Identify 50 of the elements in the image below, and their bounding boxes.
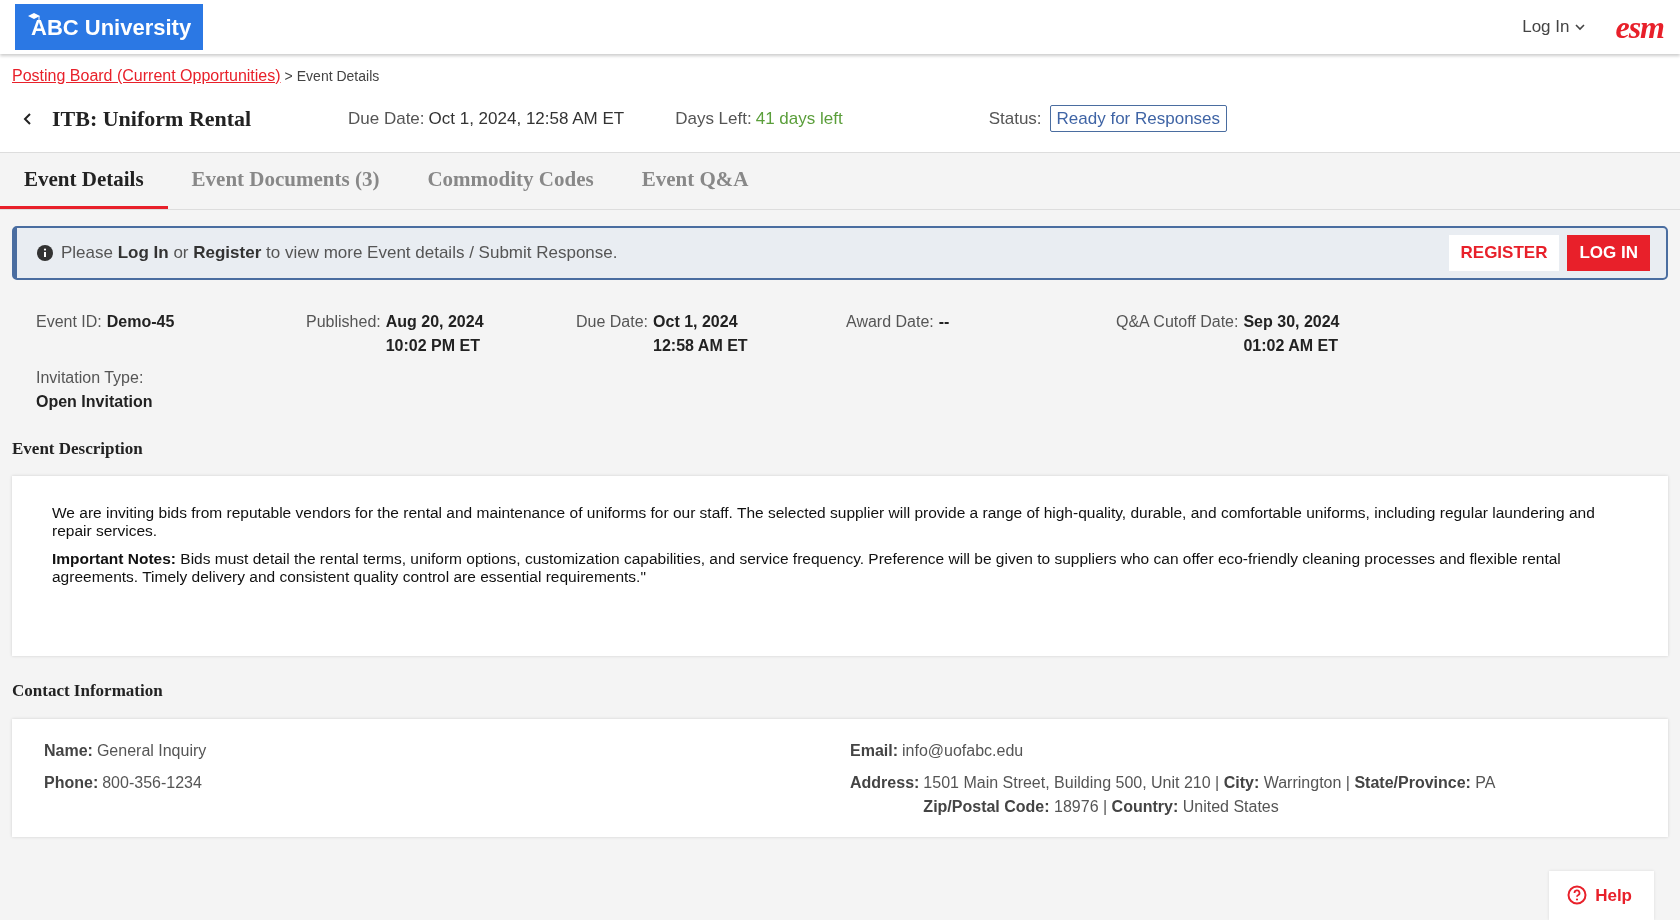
detail-label: Published:: [306, 312, 381, 332]
detail-label: Q&A Cutoff Date:: [1116, 312, 1239, 332]
due-date-value: Oct 1, 2024, 12:58 AM ET: [428, 107, 625, 130]
tab[interactable]: Event Documents (3): [167, 153, 404, 209]
days-left-label: Days Left:: [675, 107, 752, 130]
tab[interactable]: Event Details: [0, 153, 168, 209]
tab[interactable]: Event Q&A: [617, 153, 773, 209]
contact-value: General Inquiry: [96, 741, 207, 761]
status-label: Status:: [988, 107, 1042, 130]
detail-label: Invitation Type:: [36, 368, 145, 388]
page-title: ITB: Uniform Rental: [52, 105, 253, 133]
detail-value: Oct 1, 2024 12:58 AM ET: [653, 312, 748, 356]
login-button[interactable]: LOG IN: [1567, 235, 1650, 271]
status-badge: Ready for Responses: [1049, 104, 1228, 133]
contact-label: Address:: [850, 773, 920, 793]
contact-label: Email:: [850, 741, 898, 761]
info-icon: [37, 245, 53, 261]
brand-logo[interactable]: esm: [1615, 11, 1664, 43]
chevron-down-icon: [1575, 23, 1586, 31]
description-paragraph: Important Notes: Bids must detail the rental terms, uniform options, customization capabilities, and service frequency. Preference will be given to suppliers who can offer eco-friendly cleaning processes and flexible rental agreements. Timely delivery and consistent quality control are essential requirements.": [52, 549, 1562, 587]
notice-message: Please Log In or Register to view more Event details / Submit Response.: [61, 242, 618, 265]
contact-label: Phone:: [44, 773, 99, 793]
contact-label: Name:: [44, 741, 93, 761]
detail-value: Open Invitation: [36, 392, 154, 412]
description-paragraph: We are inviting bids from reputable vendors for the rental and maintenance of uniforms for our staff. The selected supplier will provide a range of high-quality, durable, and comfortable uniforms, including regular laundering and repair services.: [52, 503, 1596, 541]
detail-label: Event ID:: [36, 312, 102, 332]
contact-value: Zip/Postal Code: 18976 | Country: United States: [923, 797, 1280, 817]
section-heading: Event Description: [12, 438, 144, 460]
section-heading: Contact Information: [12, 679, 164, 702]
login-menu[interactable]: Log In: [1516, 13, 1592, 41]
help-icon: [1567, 885, 1588, 906]
back-chevron-icon[interactable]: [22, 111, 32, 126]
detail-label: Due Date:: [576, 312, 649, 332]
breadcrumb-link[interactable]: Posting Board (Current Opportunities): [12, 64, 281, 88]
contact-value: info@uofabc.edu: [902, 741, 1024, 761]
detail-value: Demo-45: [106, 312, 175, 332]
detail-label: Award Date:: [846, 312, 934, 332]
days-left-value: 41 days left: [755, 107, 843, 130]
register-button[interactable]: REGISTER: [1448, 235, 1560, 271]
breadcrumb-separator: >: [284, 66, 293, 86]
tab[interactable]: Commodity Codes: [403, 153, 618, 209]
detail-value: Aug 20, 2024 10:02 PM ET: [385, 312, 484, 356]
contact-value: 1501 Main Street, Building 500, Unit 210 | City: Warrington | State/Province: PA: [923, 773, 1496, 793]
breadcrumb-current: Event Details: [296, 66, 380, 86]
logo[interactable]: ABC University: [15, 4, 204, 50]
due-date-label: Due Date:: [348, 107, 425, 130]
help-button[interactable]: Help: [1549, 870, 1654, 920]
detail-value: Sep 30, 2024 01:02 AM ET: [1243, 312, 1340, 356]
contact-value: 800-356-1234: [102, 773, 202, 793]
detail-value: --: [938, 312, 950, 332]
